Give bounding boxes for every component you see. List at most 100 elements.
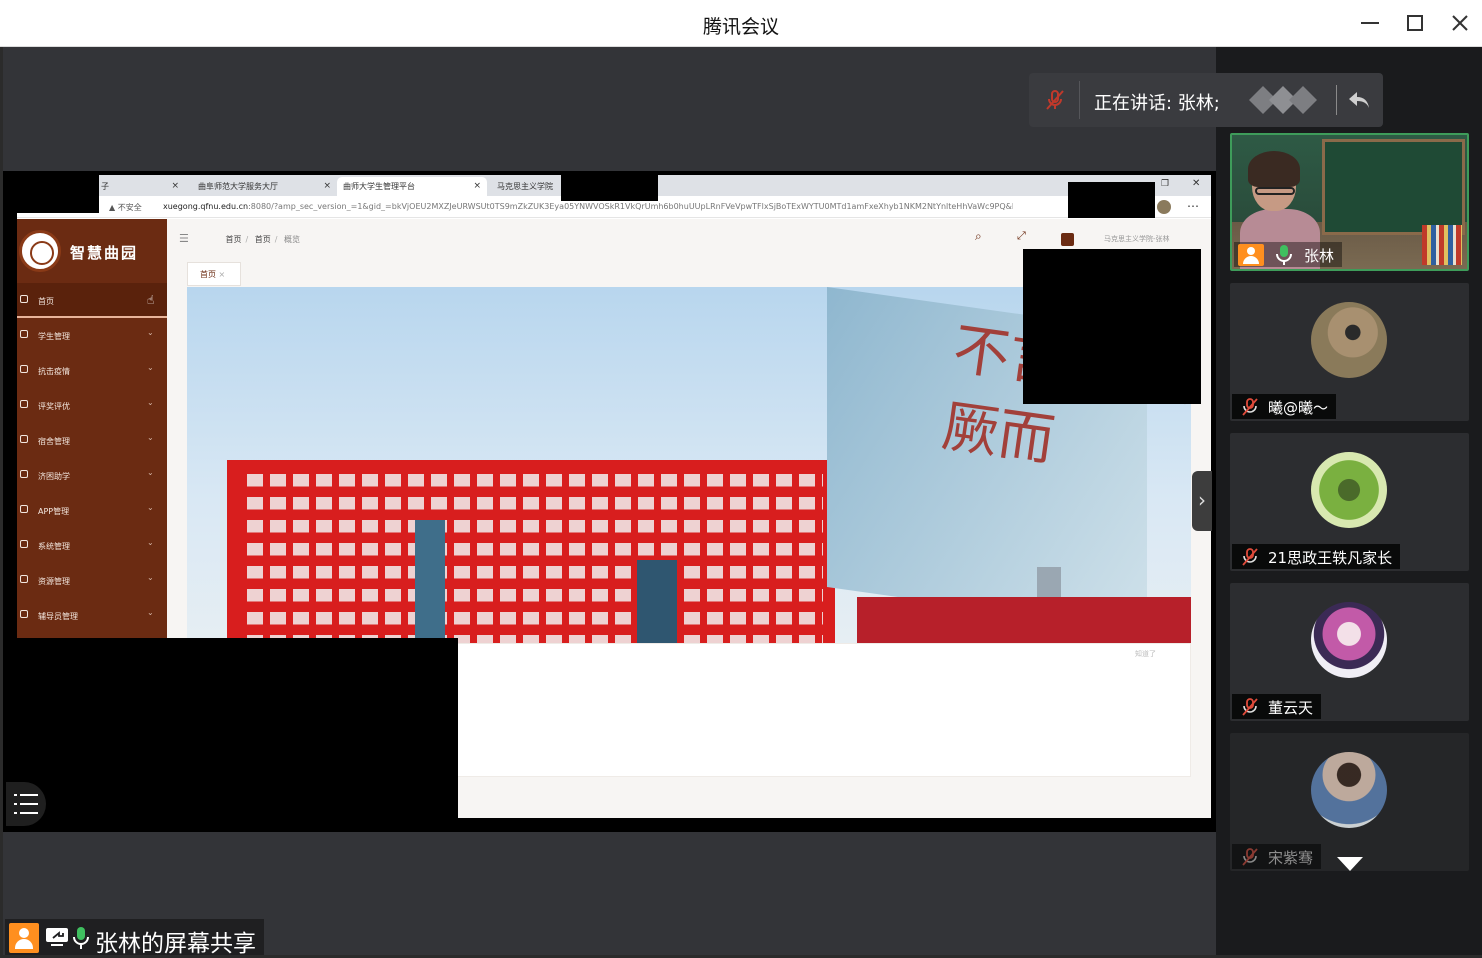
user-icon [9,923,39,953]
url-host: xuegong.qfnu.edu.cn [163,202,249,211]
participant-tile[interactable]: 21思政王轶凡家长 [1230,433,1469,571]
breadcrumb-item: 首页 [254,235,271,244]
participant-tile[interactable]: 董云天 [1230,583,1469,721]
page-tab-home: 首页 × [187,262,241,286]
minimize-icon[interactable] [1357,10,1383,36]
mic-muted-icon[interactable] [1043,88,1067,112]
close-icon[interactable] [1447,10,1473,36]
sidebar-item-label: 学生管理 [38,332,70,341]
participant-tile[interactable]: 宋紫骞 [1230,733,1469,871]
chevron-down-icon: ⌄ [147,433,154,442]
red-building [227,460,835,643]
sidebar-item-aid: 济困助学 ⌄ [17,458,167,493]
app-sidebar: 智慧曲园 首页 ☝ 学生管理 ⌄ 抗击疫情 ⌄ 评奖评优 ⌄ 宿舍管理 ⌄ 济困助学 ⌄ A… [17,219,167,639]
browser-profile-avatar [1157,200,1171,214]
participant-name: 曦@曦～ [1268,399,1329,417]
sidebar-item-system: 系统管理 ⌄ [17,528,167,563]
tab-close-icon: × [323,181,331,191]
browser-tab: 马克思主义学院 [491,177,561,196]
sidebar-item-label: 抗击疫情 [38,367,70,376]
building-icon [20,435,28,443]
chevron-down-icon: ⌄ [147,538,154,547]
person-hair [1248,151,1300,187]
chevron-down-icon: ⌄ [147,398,154,407]
participant-name: 21思政王轶凡家长 [1268,549,1393,567]
participant-name: 宋紫骞 [1268,849,1314,867]
redacted-area [1023,249,1201,404]
sidebar-item-epidemic: 抗击疫情 ⌄ [17,353,167,388]
bookshelf [1422,225,1462,265]
gear-icon [20,540,28,548]
participant-tile-camera[interactable]: 张林 [1230,133,1469,271]
divider [1336,85,1337,115]
speaking-text: 正在讲话: 张林; [1094,93,1220,114]
person-glasses [1255,187,1295,195]
tab-close-icon: × [218,270,226,279]
participant-tile[interactable]: 曦@曦～ [1230,283,1469,421]
sidebar-item-students: 学生管理 ⌄ [17,318,167,353]
chevron-down-icon: ⌄ [147,608,154,617]
user-avatar-icon [1061,233,1074,246]
notice-text: 知道了 [1135,650,1156,658]
divider [1079,81,1080,119]
window-title: 腾讯会议 [702,16,779,38]
security-label: 不安全 [117,203,142,212]
browser-tab: 子 × [95,177,185,196]
menu-toggle-icon: ☰ [179,232,189,245]
folder-icon [20,575,28,583]
sidebar-item-label: 首页 [38,297,54,306]
maximize-icon[interactable] [1402,10,1428,36]
list-icon [14,794,38,814]
redacted-area [17,638,458,818]
redacted-area [1068,182,1155,218]
user-info: 马克思主义学院-张林 [1104,235,1170,243]
mic-on-icon [1276,245,1292,265]
breadcrumb-separator: / [245,235,249,244]
speaking-indicator: 正在讲话: 张林; [1029,73,1383,127]
browser-tab: 曲阜师范大学服务大厅 × [192,177,337,196]
browser-tab-label: 曲阜师范大学服务大厅 [198,182,278,191]
redacted-area [17,175,99,213]
mic-muted-icon [1242,698,1258,716]
breadcrumb: ☰ 首页 / 首页 / 概览 [179,232,300,245]
chevron-down-icon: ⌄ [147,468,154,477]
audio-wave-icon [1249,86,1317,114]
shield-icon [20,365,28,373]
tab-close-icon: × [473,181,481,191]
university-seal-icon [19,230,61,272]
scroll-down-icon[interactable] [1336,855,1364,873]
sidebar-item-counselor: 辅导员管理 ⌄ [17,598,167,633]
chevron-down-icon: ⌄ [147,328,154,337]
share-page-next-icon[interactable]: › [1192,471,1212,531]
participant-nametag: 宋紫骞 [1232,844,1322,869]
fullscreen-icon: ⤢ [1017,229,1026,242]
breadcrumb-item: 首页 [225,235,242,244]
chalkboard [1322,139,1465,235]
building-glass [637,560,677,643]
browser-tab-label: 曲师大学生管理平台 [343,182,415,191]
low-building [857,597,1191,643]
avatar [1311,602,1387,678]
chevron-down-icon: ⌄ [147,503,154,512]
more-icon: ⋯ [1187,199,1199,213]
url-text: xuegong.qfnu.edu.cn:8080/?amp_sec_versio… [163,202,1013,211]
participant-nametag: 21思政王轶凡家长 [1232,544,1401,569]
avatar [1311,302,1387,378]
browser-tab-label: 马克思主义学院 [497,182,553,191]
sidebar-item-resources: 资源管理 ⌄ [17,563,167,598]
participant-name: 张林 [1304,247,1335,265]
chevron-down-icon: ⌄ [147,363,154,372]
participant-nametag: 董云天 [1232,694,1322,719]
phone-icon [20,505,28,513]
reply-icon[interactable] [1347,89,1371,111]
screen-share-icon [46,928,68,946]
browser-tab-active: 曲师大学生管理平台 × [337,177,487,196]
chevron-down-icon: ⌄ [147,573,154,582]
mic-muted-icon [1242,398,1258,416]
sidebar-item-label: 济困助学 [38,472,70,481]
breadcrumb-item: 概览 [284,235,301,244]
sidebar-item-label: 系统管理 [38,542,70,551]
browser-tab-label: 子 [101,182,109,191]
app-logo-text: 智慧曲园 [70,244,139,262]
share-label-text: 张林的屏幕共享 [95,931,256,957]
